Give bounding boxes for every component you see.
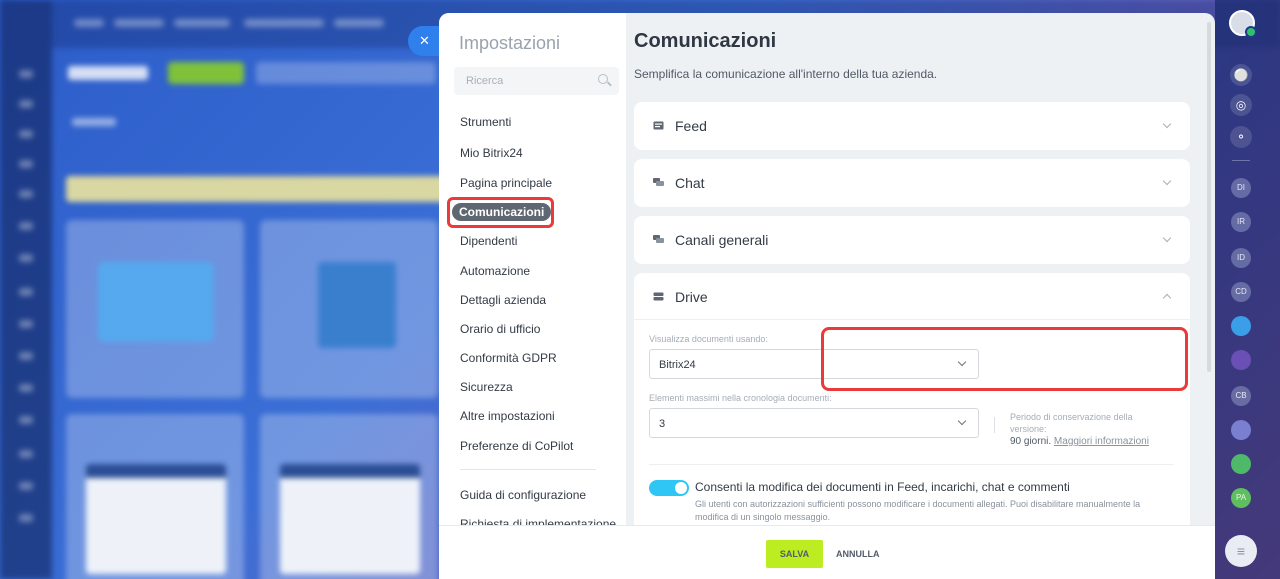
chevron-down-icon	[957, 416, 967, 426]
settings-content: Comunicazioni Semplifica la comunicazion…	[626, 13, 1215, 539]
retention-value: 90 giorni.	[1010, 436, 1052, 447]
section-title: Chat	[675, 175, 705, 191]
page-title: Comunicazioni	[634, 30, 777, 52]
chevron-down-icon	[1162, 176, 1172, 186]
nav-item-strumenti[interactable]: Strumenti	[460, 115, 511, 129]
page-subtitle: Semplifica la comunicazione all'interno …	[634, 67, 938, 81]
online-status-icon	[1245, 26, 1257, 38]
cancel-button[interactable]: ANNULLA	[836, 540, 880, 568]
chat-avatar[interactable]: PA	[1231, 488, 1251, 508]
drive-divider	[649, 464, 1173, 465]
history-label: Elementi massimi nella cronologia docume…	[649, 393, 832, 403]
chat-icon	[653, 178, 664, 186]
section-drive[interactable]: Drive	[634, 273, 1190, 321]
search-input[interactable]	[454, 67, 594, 95]
nav-item-dipendenti[interactable]: Dipendenti	[460, 234, 517, 248]
nav-divider	[460, 469, 596, 470]
settings-search[interactable]	[454, 67, 619, 95]
retention-note: Periodo di conservazione della versione:…	[1010, 411, 1170, 448]
highlight-box	[821, 327, 1188, 391]
nav-item-guida[interactable]: Guida di configurazione	[460, 488, 586, 502]
background-thumbnail	[86, 464, 226, 574]
group-chat-icon[interactable]	[1231, 454, 1251, 474]
section-canali-generali[interactable]: Canali generali	[634, 216, 1190, 264]
nav-item-mio-bitrix24[interactable]: Mio Bitrix24	[460, 146, 523, 160]
view-documents-label: Visualizza documenti usando:	[649, 334, 768, 344]
section-chat[interactable]: Chat	[634, 159, 1190, 207]
section-title: Drive	[675, 289, 708, 305]
background-thumbnail	[280, 464, 420, 574]
nav-item-dettagli-azienda[interactable]: Dettagli azienda	[460, 293, 546, 307]
history-select[interactable]: 3	[649, 408, 979, 438]
chat-avatar[interactable]: IR	[1231, 212, 1251, 232]
toggle-knob	[675, 482, 687, 494]
background-doc-icon	[318, 262, 396, 348]
background-left-menu	[0, 0, 52, 579]
background-title	[68, 66, 148, 80]
settings-panel: Impostazioni Strumenti Mio Bitrix24 Pagi…	[439, 13, 1215, 579]
nav-item-orario-ufficio[interactable]: Orario di ufficio	[460, 322, 540, 336]
group-chat-icon[interactable]	[1231, 420, 1251, 440]
chat-avatar-icon[interactable]	[1231, 316, 1251, 336]
background-breadcrumb	[72, 118, 116, 126]
channels-icon	[653, 235, 664, 243]
select-value: Bitrix24	[659, 359, 696, 371]
section-title: Feed	[675, 118, 707, 134]
highlight-box	[447, 197, 554, 228]
settings-sidenav: Impostazioni Strumenti Mio Bitrix24 Pagi…	[439, 13, 626, 531]
chevron-up-icon	[1162, 293, 1172, 303]
chat-search-icon[interactable]: ⚬	[1230, 126, 1252, 148]
section-feed[interactable]: Feed	[634, 102, 1190, 150]
retention-value-line: 90 giorni. Maggiori informazioni	[1010, 436, 1170, 448]
chat-avatar[interactable]: CD	[1231, 282, 1251, 302]
chevron-down-icon	[1162, 119, 1172, 129]
drive-icon	[653, 292, 664, 301]
chat-avatar[interactable]: ID	[1231, 248, 1251, 268]
chat-avatar[interactable]: CB	[1231, 386, 1251, 406]
retention-label: Periodo di conservazione della versione:	[1010, 412, 1133, 434]
nav-item-pagina-principale[interactable]: Pagina principale	[460, 176, 552, 190]
nav-item-gdpr[interactable]: Conformità GDPR	[460, 351, 557, 365]
background-search	[256, 62, 436, 84]
menu-icon[interactable]: ≡	[1225, 535, 1257, 567]
nav-item-altre-impostazioni[interactable]: Altre impostazioni	[460, 409, 555, 423]
bell-icon[interactable]: ⚪	[1230, 64, 1252, 86]
nav-item-sicurezza[interactable]: Sicurezza	[460, 380, 513, 394]
search-icon[interactable]	[598, 74, 608, 84]
section-title: Canali generali	[675, 232, 769, 248]
note-separator	[994, 417, 995, 433]
more-info-link[interactable]: Maggiori informazioni	[1054, 436, 1149, 447]
settings-title: Impostazioni	[459, 33, 561, 53]
nav-item-copilot[interactable]: Preferenze di CoPilot	[460, 439, 573, 453]
background-folder-icon	[98, 262, 214, 342]
content-scrollbar[interactable]	[1207, 22, 1211, 372]
feed-icon	[653, 121, 664, 130]
nav-item-automazione[interactable]: Automazione	[460, 264, 530, 278]
save-button[interactable]: SALVA	[766, 540, 823, 568]
settings-footer: SALVA ANNULLA	[439, 525, 1215, 579]
select-value: 3	[659, 418, 666, 430]
background-add-button	[168, 62, 244, 84]
background-banner	[66, 176, 446, 202]
copilot-icon[interactable]: ◎	[1230, 94, 1252, 116]
chat-avatar-icon[interactable]	[1231, 350, 1251, 370]
chat-avatar[interactable]: DI	[1231, 178, 1251, 198]
toggle-title: Consenti la modifica dei documenti in Fe…	[695, 480, 1070, 494]
edit-documents-toggle[interactable]	[649, 480, 689, 496]
chevron-down-icon	[1162, 233, 1172, 243]
toggle-description: Gli utenti con autorizzazioni sufficient…	[695, 499, 1141, 522]
sidebar-separator	[1232, 160, 1250, 161]
